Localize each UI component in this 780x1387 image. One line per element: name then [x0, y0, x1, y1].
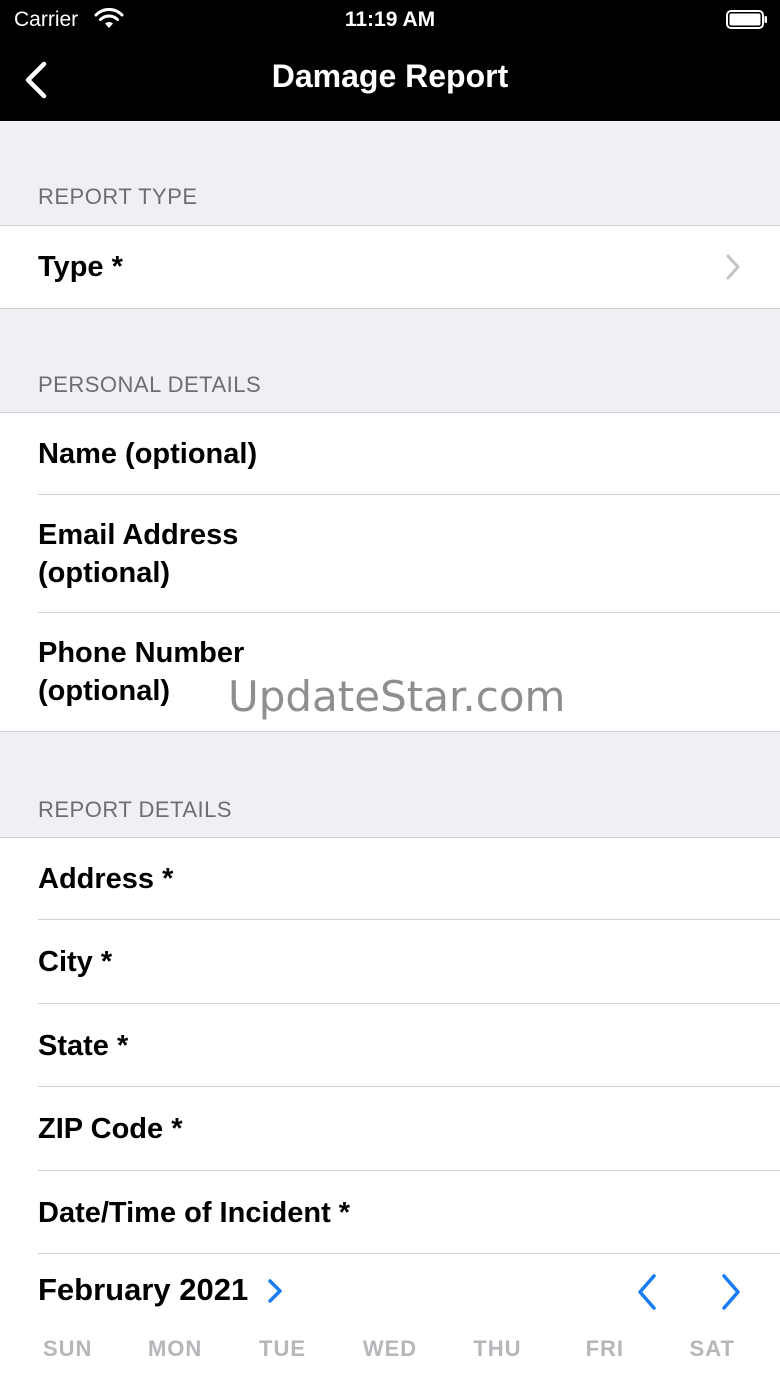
weekday-label: FRI: [585, 1336, 625, 1361]
email-label: Email Address (optional): [38, 519, 239, 589]
name-field[interactable]: Name (optional): [0, 413, 780, 495]
type-row[interactable]: Type *: [0, 226, 780, 308]
weekday-header: SUN MON TUE WED THU FRI SAT: [14, 1336, 766, 1362]
city-field[interactable]: City *: [0, 920, 780, 1004]
weekday-label: WED: [362, 1336, 418, 1361]
month-year-button[interactable]: February 2021: [38, 1272, 248, 1308]
name-label: Name (optional): [38, 438, 258, 470]
zip-code-field[interactable]: ZIP Code *: [0, 1087, 780, 1171]
zip-code-label: ZIP Code *: [38, 1113, 183, 1145]
clock: 11:19 AM: [344, 8, 436, 31]
section-header-report-type: REPORT TYPE: [38, 184, 198, 209]
date-time-field[interactable]: Date/Time of Incident *: [0, 1171, 780, 1254]
status-bar: Carrier 11:19 AM: [0, 0, 780, 40]
weekday-label: MON: [147, 1336, 203, 1361]
address-label: Address *: [38, 863, 174, 895]
watermark-text: UpdateStar.com: [228, 672, 566, 721]
weekday-label: SAT: [689, 1336, 735, 1361]
report-details-group: Address * City * State * ZIP Code * Date…: [0, 837, 780, 1254]
chevron-right-icon[interactable]: [266, 1278, 284, 1304]
state-field[interactable]: State *: [0, 1004, 780, 1087]
report-type-group: Type *: [0, 225, 780, 309]
email-field[interactable]: Email Address (optional): [0, 495, 780, 613]
section-header-personal-details: PERSONAL DETAILS: [38, 372, 262, 397]
date-picker: February 2021 SUN MON TUE WED THU FRI SA…: [0, 1254, 780, 1387]
city-label: City *: [38, 946, 113, 978]
weekday-label: THU: [473, 1336, 522, 1361]
navigation-bar: Damage Report: [0, 40, 780, 121]
type-label: Type *: [38, 251, 123, 283]
weekday-label: TUE: [259, 1336, 307, 1361]
next-month-button[interactable]: [716, 1272, 746, 1312]
weekday-label: SUN: [42, 1336, 93, 1361]
state-label: State *: [38, 1029, 129, 1062]
address-field[interactable]: Address *: [0, 838, 780, 920]
date-time-label: Date/Time of Incident *: [38, 1196, 351, 1229]
section-header-report-details: REPORT DETAILS: [38, 797, 233, 822]
battery-icon: [726, 10, 767, 29]
page-title: Damage Report: [271, 58, 509, 94]
chevron-right-icon: [726, 254, 740, 280]
previous-month-button[interactable]: [632, 1272, 662, 1312]
